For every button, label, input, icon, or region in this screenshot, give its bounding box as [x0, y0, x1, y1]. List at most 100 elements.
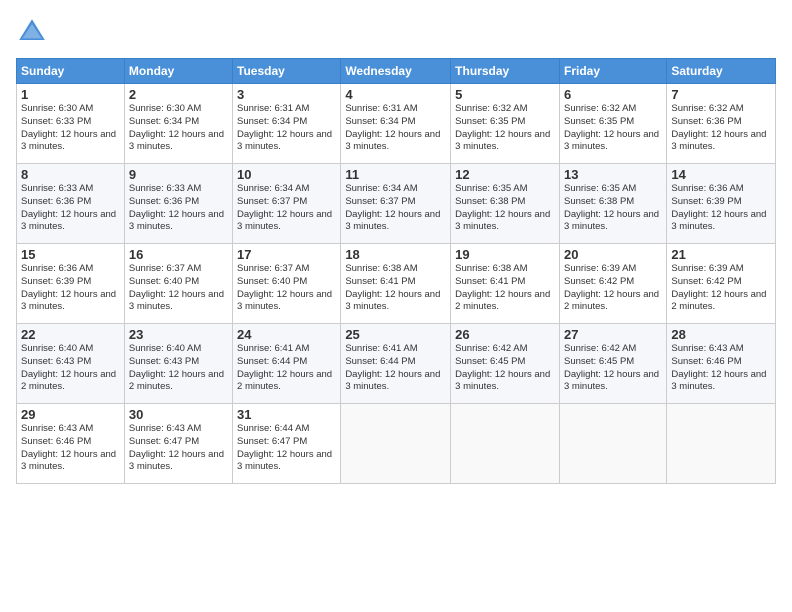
calendar-cell — [451, 404, 560, 484]
day-number: 11 — [345, 167, 446, 182]
calendar-cell: 23Sunrise: 6:40 AMSunset: 6:43 PMDayligh… — [124, 324, 232, 404]
day-number: 5 — [455, 87, 555, 102]
day-detail: Sunrise: 6:32 AMSunset: 6:35 PMDaylight:… — [455, 103, 555, 154]
calendar-cell: 7Sunrise: 6:32 AMSunset: 6:36 PMDaylight… — [667, 84, 776, 164]
logo — [16, 16, 52, 48]
day-number: 15 — [21, 247, 120, 262]
day-detail: Sunrise: 6:41 AMSunset: 6:44 PMDaylight:… — [345, 343, 446, 394]
day-number: 9 — [129, 167, 228, 182]
calendar-cell: 6Sunrise: 6:32 AMSunset: 6:35 PMDaylight… — [559, 84, 666, 164]
day-detail: Sunrise: 6:40 AMSunset: 6:43 PMDaylight:… — [21, 343, 120, 394]
day-detail: Sunrise: 6:36 AMSunset: 6:39 PMDaylight:… — [671, 183, 771, 234]
calendar-cell: 8Sunrise: 6:33 AMSunset: 6:36 PMDaylight… — [17, 164, 125, 244]
calendar-cell: 16Sunrise: 6:37 AMSunset: 6:40 PMDayligh… — [124, 244, 232, 324]
day-number: 13 — [564, 167, 662, 182]
calendar-cell: 20Sunrise: 6:39 AMSunset: 6:42 PMDayligh… — [559, 244, 666, 324]
calendar-cell: 14Sunrise: 6:36 AMSunset: 6:39 PMDayligh… — [667, 164, 776, 244]
calendar-cell: 2Sunrise: 6:30 AMSunset: 6:34 PMDaylight… — [124, 84, 232, 164]
day-detail: Sunrise: 6:30 AMSunset: 6:33 PMDaylight:… — [21, 103, 120, 154]
day-number: 12 — [455, 167, 555, 182]
calendar-cell: 30Sunrise: 6:43 AMSunset: 6:47 PMDayligh… — [124, 404, 232, 484]
header-cell: Tuesday — [233, 59, 341, 84]
calendar-cell: 26Sunrise: 6:42 AMSunset: 6:45 PMDayligh… — [451, 324, 560, 404]
header-cell: Thursday — [451, 59, 560, 84]
day-detail: Sunrise: 6:33 AMSunset: 6:36 PMDaylight:… — [129, 183, 228, 234]
day-number: 3 — [237, 87, 336, 102]
calendar-cell: 11Sunrise: 6:34 AMSunset: 6:37 PMDayligh… — [341, 164, 451, 244]
calendar-cell: 31Sunrise: 6:44 AMSunset: 6:47 PMDayligh… — [233, 404, 341, 484]
day-detail: Sunrise: 6:31 AMSunset: 6:34 PMDaylight:… — [345, 103, 446, 154]
calendar-cell — [341, 404, 451, 484]
calendar-cell: 17Sunrise: 6:37 AMSunset: 6:40 PMDayligh… — [233, 244, 341, 324]
calendar-cell — [559, 404, 666, 484]
day-detail: Sunrise: 6:44 AMSunset: 6:47 PMDaylight:… — [237, 423, 336, 474]
day-number: 31 — [237, 407, 336, 422]
day-number: 26 — [455, 327, 555, 342]
day-detail: Sunrise: 6:33 AMSunset: 6:36 PMDaylight:… — [21, 183, 120, 234]
day-number: 24 — [237, 327, 336, 342]
day-number: 29 — [21, 407, 120, 422]
calendar-cell: 18Sunrise: 6:38 AMSunset: 6:41 PMDayligh… — [341, 244, 451, 324]
calendar-cell: 3Sunrise: 6:31 AMSunset: 6:34 PMDaylight… — [233, 84, 341, 164]
day-number: 21 — [671, 247, 771, 262]
header-cell: Wednesday — [341, 59, 451, 84]
day-detail: Sunrise: 6:39 AMSunset: 6:42 PMDaylight:… — [564, 263, 662, 314]
calendar-cell: 5Sunrise: 6:32 AMSunset: 6:35 PMDaylight… — [451, 84, 560, 164]
calendar-cell: 15Sunrise: 6:36 AMSunset: 6:39 PMDayligh… — [17, 244, 125, 324]
header — [16, 16, 776, 48]
calendar-cell: 19Sunrise: 6:38 AMSunset: 6:41 PMDayligh… — [451, 244, 560, 324]
day-detail: Sunrise: 6:38 AMSunset: 6:41 PMDaylight:… — [455, 263, 555, 314]
calendar-cell: 27Sunrise: 6:42 AMSunset: 6:45 PMDayligh… — [559, 324, 666, 404]
day-number: 17 — [237, 247, 336, 262]
calendar-cell: 22Sunrise: 6:40 AMSunset: 6:43 PMDayligh… — [17, 324, 125, 404]
calendar-cell: 29Sunrise: 6:43 AMSunset: 6:46 PMDayligh… — [17, 404, 125, 484]
day-number: 30 — [129, 407, 228, 422]
day-number: 28 — [671, 327, 771, 342]
day-detail: Sunrise: 6:43 AMSunset: 6:46 PMDaylight:… — [21, 423, 120, 474]
day-detail: Sunrise: 6:37 AMSunset: 6:40 PMDaylight:… — [237, 263, 336, 314]
header-row: SundayMondayTuesdayWednesdayThursdayFrid… — [17, 59, 776, 84]
day-detail: Sunrise: 6:42 AMSunset: 6:45 PMDaylight:… — [455, 343, 555, 394]
day-detail: Sunrise: 6:30 AMSunset: 6:34 PMDaylight:… — [129, 103, 228, 154]
header-cell: Monday — [124, 59, 232, 84]
calendar-week-row: 8Sunrise: 6:33 AMSunset: 6:36 PMDaylight… — [17, 164, 776, 244]
day-number: 14 — [671, 167, 771, 182]
day-number: 7 — [671, 87, 771, 102]
day-number: 10 — [237, 167, 336, 182]
day-number: 25 — [345, 327, 446, 342]
header-cell: Sunday — [17, 59, 125, 84]
calendar-cell: 10Sunrise: 6:34 AMSunset: 6:37 PMDayligh… — [233, 164, 341, 244]
calendar-header: SundayMondayTuesdayWednesdayThursdayFrid… — [17, 59, 776, 84]
day-detail: Sunrise: 6:32 AMSunset: 6:35 PMDaylight:… — [564, 103, 662, 154]
calendar-week-row: 1Sunrise: 6:30 AMSunset: 6:33 PMDaylight… — [17, 84, 776, 164]
calendar-cell: 9Sunrise: 6:33 AMSunset: 6:36 PMDaylight… — [124, 164, 232, 244]
day-number: 8 — [21, 167, 120, 182]
day-number: 16 — [129, 247, 228, 262]
day-number: 2 — [129, 87, 228, 102]
day-detail: Sunrise: 6:36 AMSunset: 6:39 PMDaylight:… — [21, 263, 120, 314]
calendar-table: SundayMondayTuesdayWednesdayThursdayFrid… — [16, 58, 776, 484]
day-number: 4 — [345, 87, 446, 102]
day-detail: Sunrise: 6:42 AMSunset: 6:45 PMDaylight:… — [564, 343, 662, 394]
day-number: 18 — [345, 247, 446, 262]
calendar-cell: 21Sunrise: 6:39 AMSunset: 6:42 PMDayligh… — [667, 244, 776, 324]
day-number: 27 — [564, 327, 662, 342]
day-number: 19 — [455, 247, 555, 262]
day-detail: Sunrise: 6:40 AMSunset: 6:43 PMDaylight:… — [129, 343, 228, 394]
header-cell: Saturday — [667, 59, 776, 84]
day-number: 20 — [564, 247, 662, 262]
logo-icon — [16, 16, 48, 48]
calendar-cell: 24Sunrise: 6:41 AMSunset: 6:44 PMDayligh… — [233, 324, 341, 404]
day-detail: Sunrise: 6:38 AMSunset: 6:41 PMDaylight:… — [345, 263, 446, 314]
calendar-week-row: 29Sunrise: 6:43 AMSunset: 6:46 PMDayligh… — [17, 404, 776, 484]
calendar-cell: 13Sunrise: 6:35 AMSunset: 6:38 PMDayligh… — [559, 164, 666, 244]
calendar-week-row: 15Sunrise: 6:36 AMSunset: 6:39 PMDayligh… — [17, 244, 776, 324]
day-number: 23 — [129, 327, 228, 342]
day-detail: Sunrise: 6:31 AMSunset: 6:34 PMDaylight:… — [237, 103, 336, 154]
calendar-week-row: 22Sunrise: 6:40 AMSunset: 6:43 PMDayligh… — [17, 324, 776, 404]
calendar-cell — [667, 404, 776, 484]
day-detail: Sunrise: 6:41 AMSunset: 6:44 PMDaylight:… — [237, 343, 336, 394]
day-number: 1 — [21, 87, 120, 102]
day-detail: Sunrise: 6:37 AMSunset: 6:40 PMDaylight:… — [129, 263, 228, 314]
day-number: 22 — [21, 327, 120, 342]
